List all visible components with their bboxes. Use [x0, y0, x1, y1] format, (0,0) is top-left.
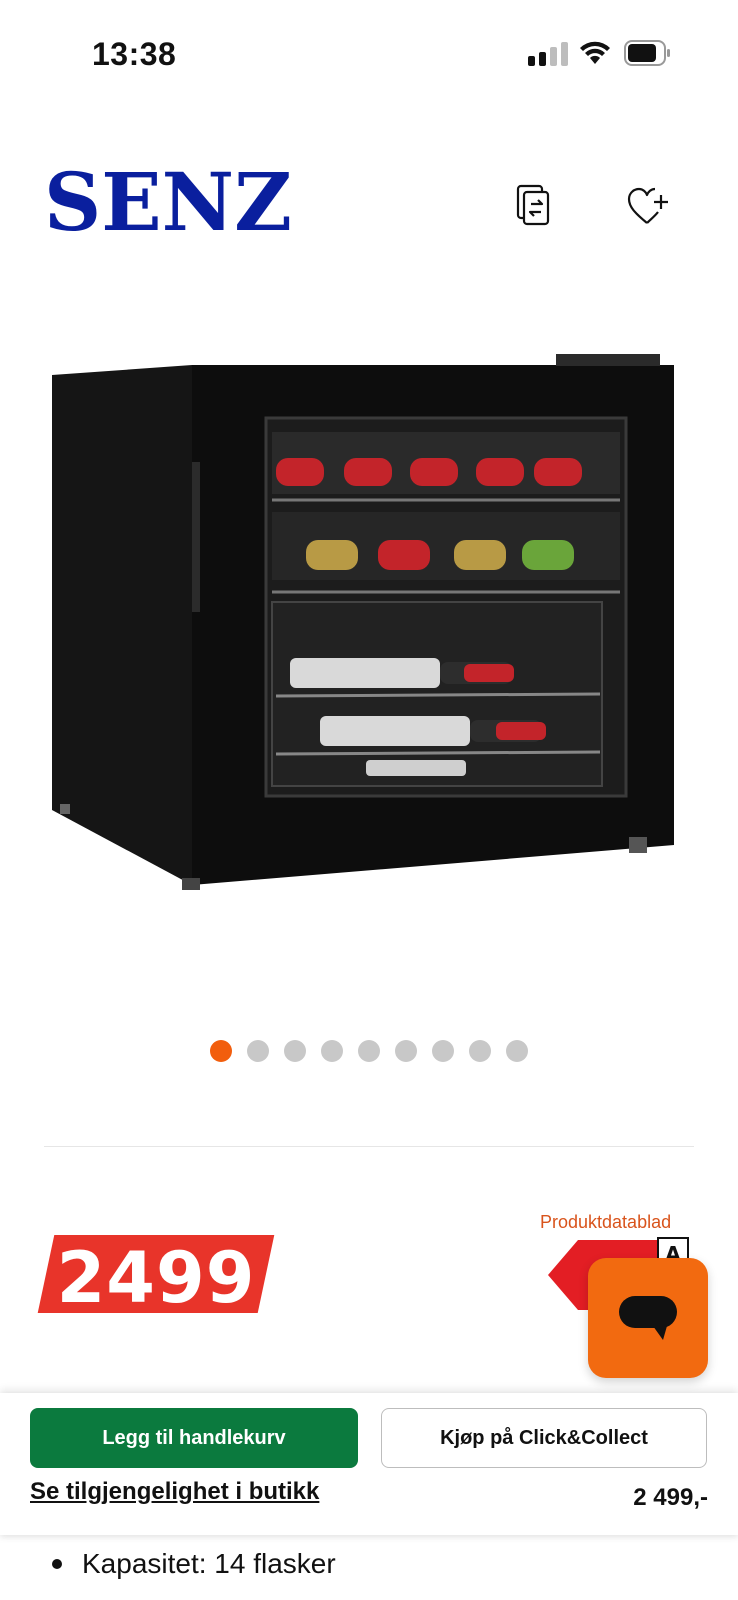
add-to-cart-button[interactable]: Legg til handlekurv — [30, 1408, 358, 1468]
carousel-dot-1[interactable] — [210, 1040, 232, 1062]
section-divider — [44, 1146, 694, 1147]
price-badge: 2499 — [37, 1235, 275, 1319]
carousel-dot-8[interactable] — [469, 1040, 491, 1062]
carousel-dot-6[interactable] — [395, 1040, 417, 1062]
wifi-icon — [578, 40, 612, 71]
carousel-dot-3[interactable] — [284, 1040, 306, 1062]
product-datasheet-link[interactable]: Produktdatablad — [540, 1212, 671, 1233]
carousel-dot-5[interactable] — [358, 1040, 380, 1062]
carousel-dot-2[interactable] — [247, 1040, 269, 1062]
status-time: 13:38 — [92, 36, 177, 72]
chat-button[interactable] — [588, 1258, 708, 1378]
heart-plus-icon[interactable] — [622, 180, 674, 232]
compare-icon[interactable] — [510, 180, 562, 232]
carousel-dot-4[interactable] — [321, 1040, 343, 1062]
sticky-price: 2 499,- — [633, 1484, 708, 1511]
store-availability-link[interactable]: Se tilgjengelighet i butikk — [30, 1478, 319, 1506]
product-image[interactable] — [44, 340, 694, 920]
carousel-dot-7[interactable] — [432, 1040, 454, 1062]
price-amount: 2499 — [56, 1237, 256, 1319]
carousel-dot-9[interactable] — [506, 1040, 528, 1062]
cellular-signal-icon — [528, 42, 568, 66]
carousel-dots — [0, 1040, 738, 1062]
spec-text: Kapasitet: 14 flasker — [82, 1548, 336, 1579]
click-collect-button[interactable]: Kjøp på Click&Collect — [381, 1408, 707, 1468]
spec-list-item: Kapasitet: 14 flasker — [52, 1548, 336, 1580]
bullet-icon — [52, 1559, 62, 1569]
chat-bubble-icon — [619, 1296, 677, 1340]
logo-text: SENZ — [44, 170, 292, 234]
senz-logo[interactable]: SENZ — [44, 155, 294, 249]
battery-icon — [624, 40, 672, 66]
